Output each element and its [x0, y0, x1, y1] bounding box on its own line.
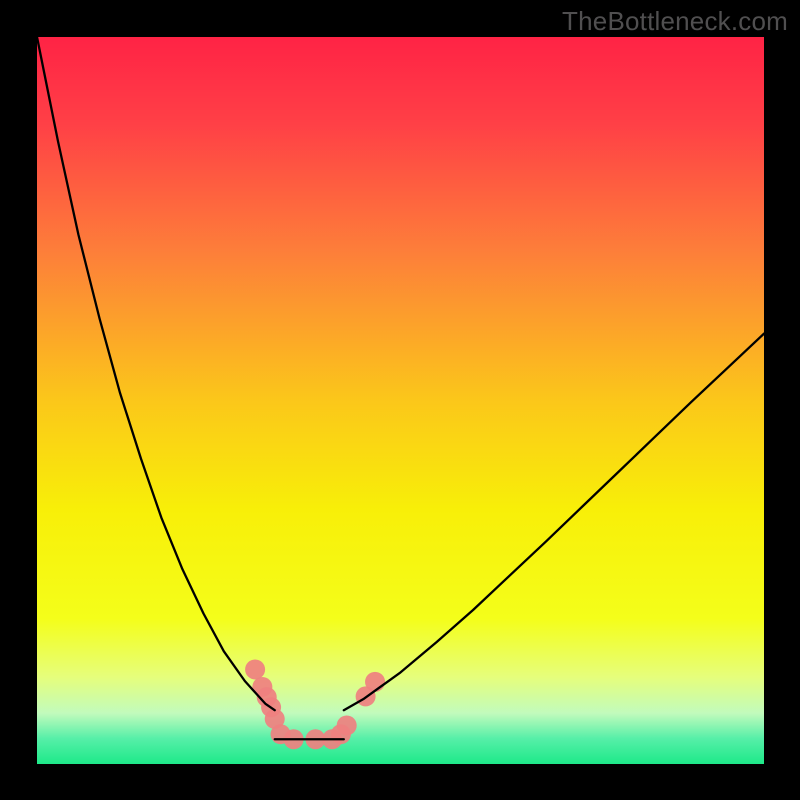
marker-point — [337, 715, 357, 735]
chart-svg — [0, 0, 800, 800]
plot-area — [37, 37, 764, 764]
watermark-label: TheBottleneck.com — [562, 6, 788, 37]
marker-point — [245, 659, 265, 679]
marker-point — [365, 672, 385, 692]
chart-frame: TheBottleneck.com — [0, 0, 800, 800]
